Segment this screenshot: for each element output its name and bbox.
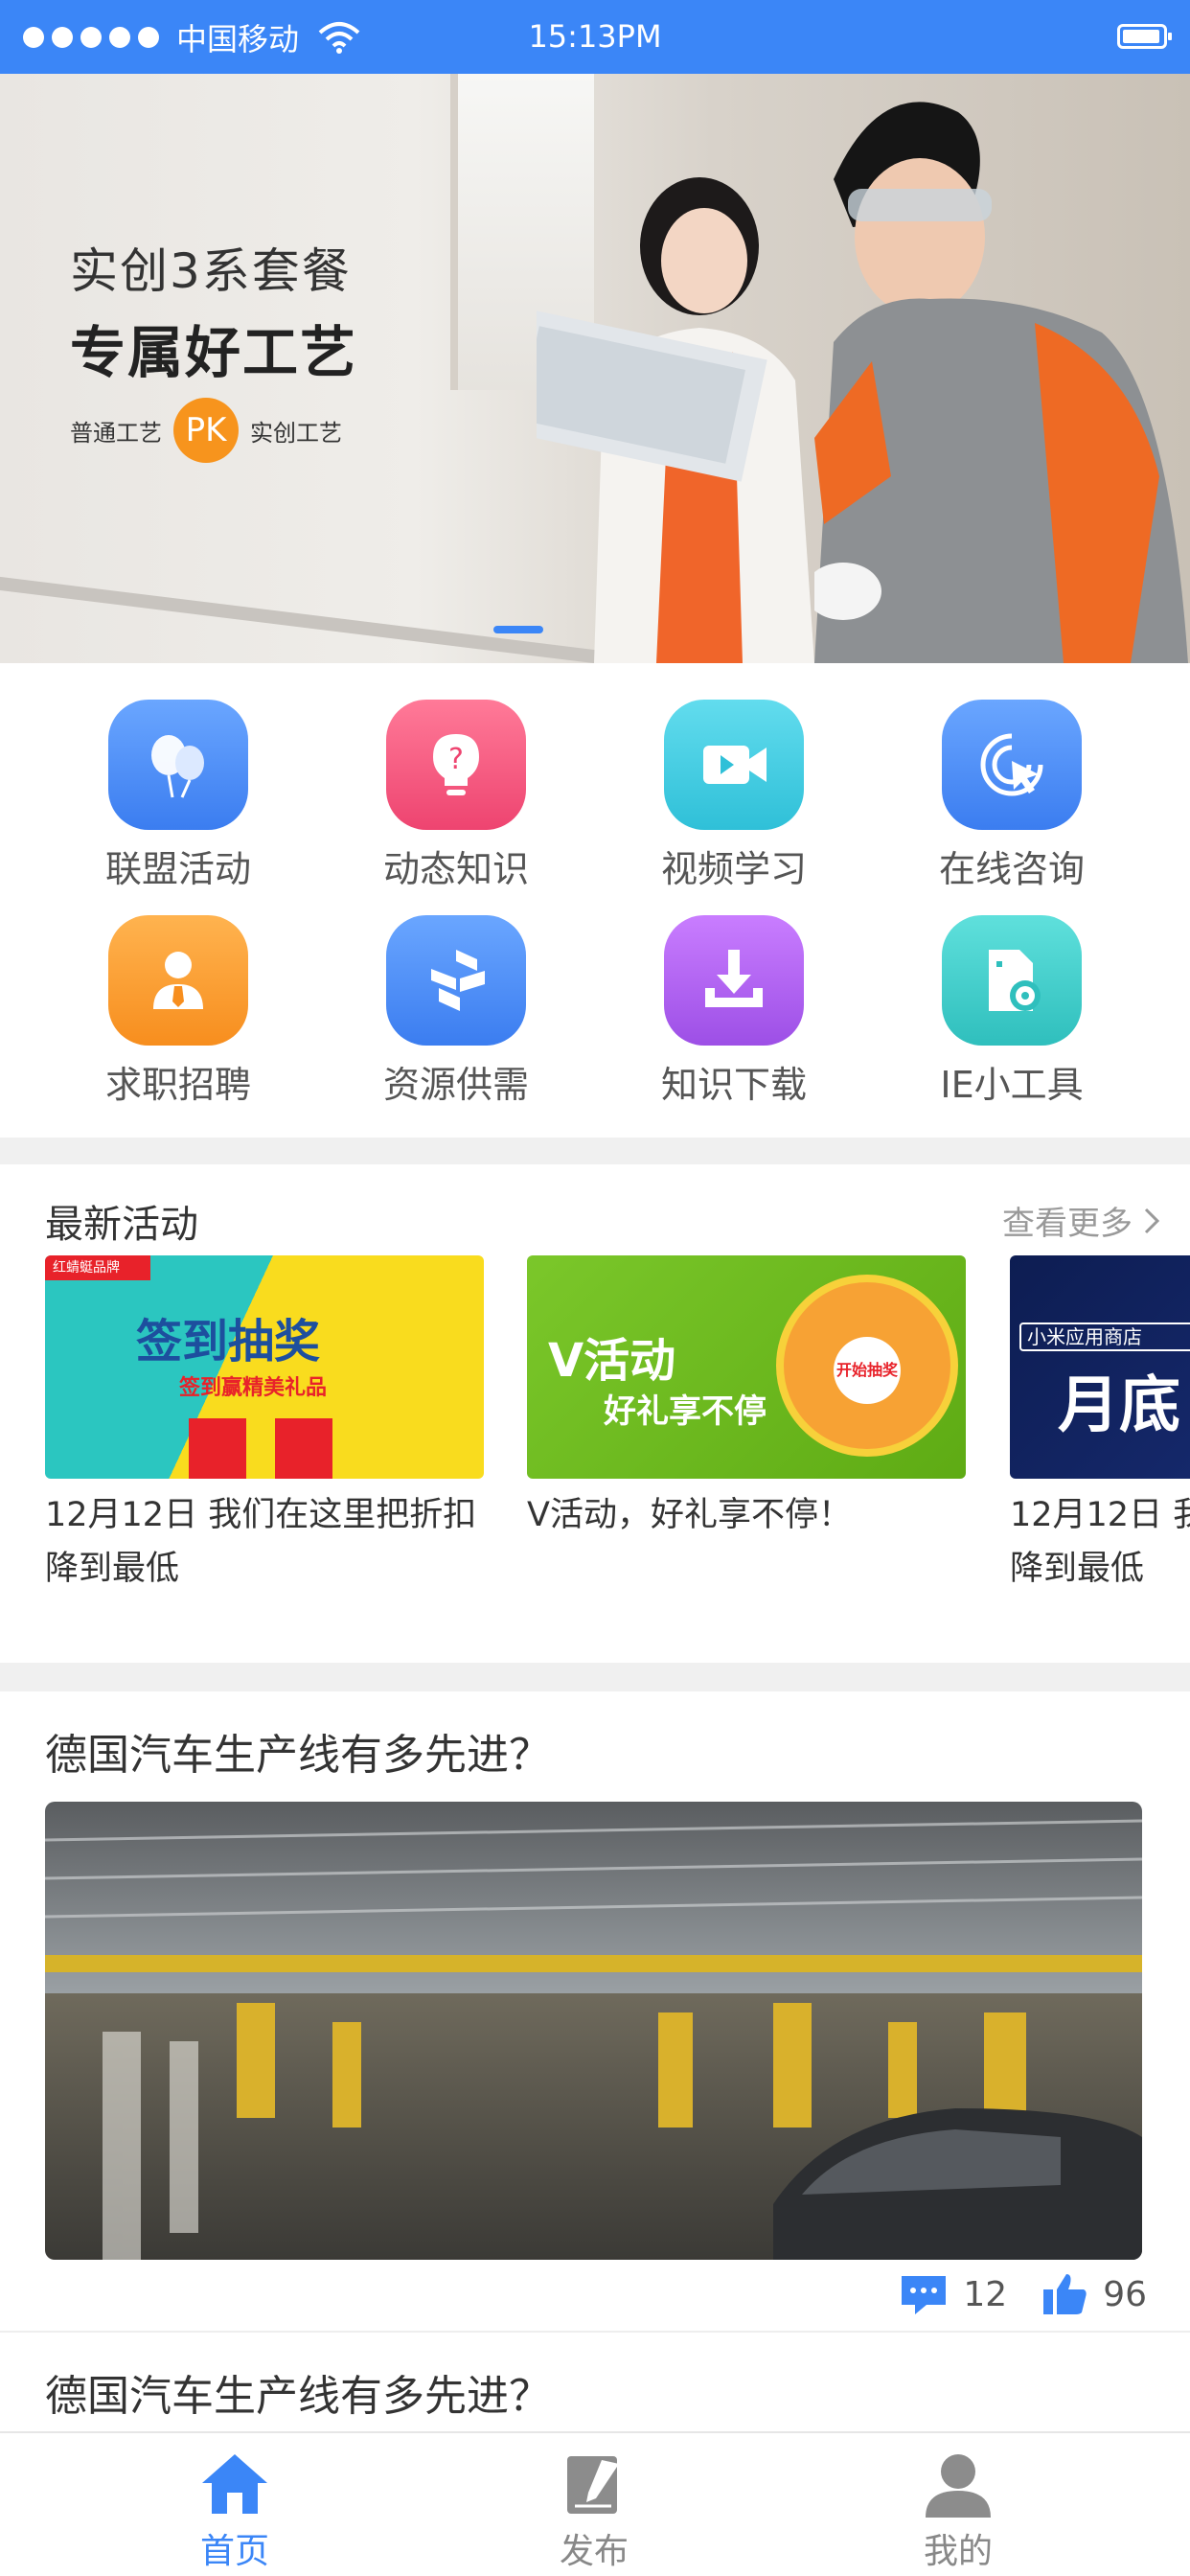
activity-image-brand: 红蜻蜓品牌: [45, 1255, 150, 1280]
banner-pk-row: 普通工艺 PK 实创工艺: [70, 398, 357, 463]
activity-card[interactable]: V活动 好礼享不停 开始抽奖 V活动，好礼享不停！ 11-25 查看: [523, 1255, 966, 1734]
banner-left-tag: 普通工艺: [70, 419, 162, 447]
pk-badge: PK: [173, 398, 239, 463]
grid-label: IE小工具: [940, 1064, 1084, 1106]
like-stat[interactable]: 96: [1041, 2272, 1147, 2316]
bottom-tab-bar: 首页 发布 我的: [0, 2431, 1190, 2576]
grid-item-download[interactable]: 知识下载: [595, 915, 873, 1108]
banner-page-indicator[interactable]: [493, 626, 543, 633]
tab-me[interactable]: 我的: [862, 2450, 1054, 2573]
grid-item-alliance-activities[interactable]: 联盟活动: [39, 700, 317, 892]
activity-image-heading: 月底: [1058, 1370, 1180, 1441]
tab-label: 发布: [559, 2532, 629, 2571]
activity-card-partial[interactable]: 小米应用商店 月底 12月12日 我们在这里把折扣降到最低 11-24: [1010, 1255, 1190, 1596]
video-camera-icon: [664, 700, 804, 830]
grid-label: 动态知识: [382, 848, 529, 890]
grid-item-resources[interactable]: 资源供需: [317, 915, 595, 1108]
news-image: [45, 1802, 1142, 2260]
news-item[interactable]: 德国汽车生产线有多先进？: [0, 1691, 1190, 2329]
banner-headline: 实创3系套餐: [70, 243, 352, 299]
tab-label: 首页: [199, 2532, 269, 2571]
edit-icon: [567, 2456, 619, 2514]
grid-label: 联盟活动: [104, 848, 251, 890]
grid-item-video-learning[interactable]: 视频学习: [595, 700, 873, 892]
status-time: 15:13PM: [528, 18, 662, 55]
activity-title: V活动，好礼享不停！: [527, 1496, 852, 1534]
activity-title: 12月12日 我们在这里把折扣降到最低: [1010, 1496, 1190, 1588]
comment-count: 12: [963, 2274, 1008, 2314]
news-item[interactable]: 德国汽车生产线有多先进？: [0, 2331, 1190, 2431]
tab-home[interactable]: 首页: [139, 2450, 331, 2573]
factory-image: [45, 1802, 1142, 2260]
lightbulb-icon: ?: [386, 700, 526, 830]
activity-image-heading: V活动: [548, 1334, 676, 1388]
section-title: 最新活动: [45, 1203, 198, 1247]
cubes-icon: [386, 915, 526, 1046]
home-icon: [202, 2454, 267, 2514]
svg-text:?: ?: [448, 743, 464, 776]
activity-image: 小米应用商店 月底: [1010, 1255, 1190, 1479]
download-icon: [664, 915, 804, 1046]
grid-item-online-consult[interactable]: 在线咨询: [873, 700, 1151, 892]
feature-grid: 联盟活动 ? 动态知识 视频学习 在线咨询 求职招聘 资源供需 知识下载 IE小…: [0, 663, 1190, 1138]
section-divider: [0, 1663, 1190, 1691]
activity-image: V活动 好礼享不停 开始抽奖: [527, 1255, 966, 1479]
cursor-click-icon: [942, 700, 1082, 830]
banner-right-tag: 实创工艺: [250, 419, 342, 447]
activity-card[interactable]: 红蜻蜓品牌 签到抽奖 签到赢精美礼品 12月12日 我们在这里把折扣降到最低 1…: [41, 1255, 484, 1734]
comment-stat[interactable]: 12: [898, 2272, 1007, 2316]
status-bar: 中国移动 15:13PM: [0, 0, 1190, 74]
prize-wheel-center: 开始抽奖: [834, 1337, 901, 1404]
person-tie-icon: [108, 915, 248, 1046]
tab-label: 我的: [923, 2532, 993, 2571]
grid-label: 在线咨询: [938, 848, 1085, 890]
activity-image-sub: 小米应用商店: [1019, 1322, 1190, 1351]
banner-text: 实创3系套餐 专属好工艺 普通工艺 PK 实创工艺: [70, 233, 357, 463]
grid-item-ie-tools[interactable]: IE小工具: [873, 915, 1151, 1108]
promo-banner[interactable]: 实创3系套餐 专属好工艺 普通工艺 PK 实创工艺: [0, 74, 1190, 663]
activity-image-sub: 好礼享不停: [604, 1392, 767, 1431]
latest-activities-section: 最新活动 查看更多 红蜻蜓品牌 签到抽奖 签到赢精美礼品 12月12日 我们在这…: [0, 1164, 1190, 1734]
see-more-label: 查看更多: [1002, 1205, 1133, 1243]
see-more-link[interactable]: 查看更多: [1002, 1197, 1161, 1244]
grid-label: 资源供需: [382, 1064, 529, 1106]
balloons-icon: [108, 700, 248, 830]
news-title: 德国汽车生产线有多先进？: [45, 2372, 551, 2421]
banner-woman-image: [537, 177, 814, 663]
gift-ribbon-icon: [246, 1409, 275, 1479]
grid-item-jobs[interactable]: 求职招聘: [39, 915, 317, 1108]
grid-label: 求职招聘: [104, 1064, 251, 1106]
banner-man-image: [814, 102, 1188, 663]
grid-item-knowledge[interactable]: ? 动态知识: [317, 700, 595, 892]
user-icon: [926, 2454, 991, 2518]
activity-image-sub: 签到赢精美礼品: [179, 1376, 328, 1400]
activity-title: 12月12日 我们在这里把折扣降到最低: [45, 1496, 477, 1588]
comment-icon: [902, 2276, 947, 2314]
grid-label: 知识下载: [660, 1064, 807, 1106]
news-title: 德国汽车生产线有多先进？: [45, 1731, 551, 1780]
activity-image-heading: 签到抽奖: [136, 1315, 321, 1368]
tab-publish[interactable]: 发布: [498, 2450, 690, 2573]
chevron-right-icon: [1144, 1208, 1160, 1233]
file-gear-icon: [942, 915, 1082, 1046]
battery-icon: [1117, 24, 1172, 49]
like-count: 96: [1103, 2274, 1147, 2314]
banner-subheadline: 专属好工艺: [70, 320, 358, 385]
thumbs-up-icon: [1043, 2274, 1087, 2314]
section-divider: [0, 1138, 1190, 1164]
grid-label: 视频学习: [660, 848, 807, 890]
activity-image: 红蜻蜓品牌 签到抽奖 签到赢精美礼品: [45, 1255, 484, 1479]
news-stats: 12 96: [898, 2272, 1147, 2316]
